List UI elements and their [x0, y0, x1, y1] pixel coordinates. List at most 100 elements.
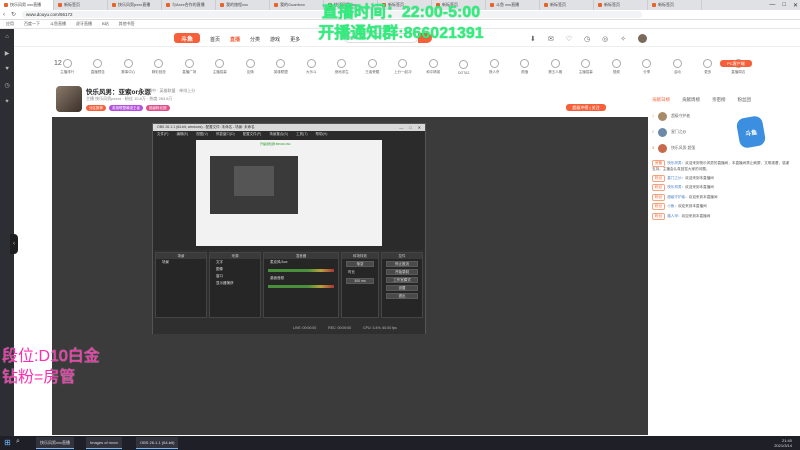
bookmark-item[interactable]: 斗鱼直播 [50, 21, 66, 27]
category-item[interactable]: 主播招募 [205, 59, 236, 75]
browser-tab[interactable]: 快乐风男 xxx直播 [0, 0, 54, 10]
nav-live[interactable]: 直播 [230, 36, 240, 43]
category-item[interactable]: 赛事中心 [113, 59, 144, 75]
category-item[interactable]: 大乐斗 [296, 59, 327, 75]
follow-button[interactable]: 超级冲榜 | 关注 [566, 104, 606, 111]
browser-tab[interactable]: 新标签页 [648, 0, 702, 10]
chat-username[interactable]: 星门之纱 [667, 176, 681, 180]
category-item[interactable]: 直播广场 [174, 59, 205, 75]
nav-game[interactable]: 游戏 [270, 36, 280, 43]
source-item[interactable]: 文字 [210, 259, 260, 266]
bookmark-item[interactable]: 百度一下 [24, 21, 40, 27]
chat-username[interactable]: 快乐风男 [667, 185, 681, 189]
browser-tab[interactable]: 快乐风男pxxx直播 [108, 0, 162, 10]
douyu-logo[interactable]: 斗鱼 [174, 33, 200, 43]
obs-menu-item[interactable]: 编辑(E) [176, 132, 188, 137]
badge[interactable]: 英雄联盟最强王者 [109, 105, 143, 111]
transition-select[interactable]: 渐变 [346, 261, 374, 267]
source-item[interactable]: 显示器捕获 [210, 280, 260, 287]
pc-client-button[interactable]: PC客户端 [720, 60, 752, 67]
back-icon[interactable]: ‹ [3, 12, 5, 18]
obs-menu-item[interactable]: 停靠窗口(D) [216, 132, 235, 137]
browser-tab[interactable]: 与Axxx合作的直播 [162, 0, 216, 10]
category-item[interactable]: 颜值 [510, 59, 541, 75]
download-icon[interactable]: ⬇ [530, 35, 536, 43]
mascot-badge[interactable]: 斗鱼 [735, 114, 767, 150]
duration-input[interactable]: 300 ms [346, 278, 374, 284]
chat-username[interactable]: 超级守护者 [667, 195, 685, 199]
category-item[interactable]: 精彩回放 [144, 59, 175, 75]
reload-icon[interactable]: ↻ [11, 11, 16, 18]
taskbar-search-icon[interactable]: ⌕ [16, 438, 20, 446]
category-item[interactable]: 狼人杀 [479, 59, 510, 75]
maximize-button[interactable]: □ [782, 2, 786, 8]
list-item[interactable]: 3 快乐风男·超强 [652, 140, 792, 156]
category-item[interactable]: DOTA2 [449, 59, 480, 75]
category-item[interactable]: 友情 [235, 59, 266, 75]
follow-icon[interactable]: ♡ [566, 35, 572, 43]
badge[interactable]: 分区推荐 [86, 105, 106, 111]
history-icon[interactable]: ◷ [584, 35, 590, 43]
obs-menu-item[interactable]: 场景集合(S) [269, 132, 288, 137]
category-item[interactable]: 英雄联盟 [266, 59, 297, 75]
obs-preview[interactable]: 开播通知群:866021391 [196, 140, 382, 246]
rail-home-icon[interactable]: ⌂ [0, 29, 14, 45]
browser-tab[interactable]: 新标签页 [54, 0, 108, 10]
category-item[interactable]: 分享 [632, 59, 663, 75]
list-item[interactable]: 2 星门之纱 [652, 124, 792, 140]
category-item[interactable]: 视频 [601, 59, 632, 75]
scene-item[interactable]: 场景 [156, 259, 206, 266]
obs-menu-item[interactable]: 文件(F) [157, 132, 168, 137]
tab-weekly-rank[interactable]: 贡献周榜 [682, 97, 700, 103]
gift-icon[interactable]: ✧ [620, 35, 626, 43]
chat-username[interactable]: 小鱼 [667, 204, 674, 208]
obs-menu-item[interactable]: 帮助(H) [316, 132, 328, 137]
category-item[interactable]: 第五人格 [540, 59, 571, 75]
tab-intimacy[interactable]: 亲密榜 [712, 97, 726, 103]
studio-mode-button[interactable]: 工作室模式 [386, 277, 418, 283]
obs-menu-item[interactable]: 配置文件(P) [243, 132, 262, 137]
taskbar-item-browser[interactable]: 快乐风男xxx直播 [36, 437, 74, 449]
browser-tab[interactable]: 新标签页 [540, 0, 594, 10]
rail-follow-icon[interactable]: ♥ [0, 61, 14, 77]
message-icon[interactable]: ✉ [548, 35, 554, 43]
obs-menu-item[interactable]: 视图(V) [196, 132, 208, 137]
user-avatar[interactable] [638, 34, 648, 43]
category-item[interactable]: 上分一起冲 [388, 59, 419, 75]
source-item[interactable]: 图像 [210, 266, 260, 273]
obs-close-button[interactable]: ✕ [418, 125, 421, 130]
rail-video-icon[interactable]: ▶ [0, 45, 14, 61]
obs-menu-item[interactable]: 工具(T) [296, 132, 307, 137]
collapse-arrow-icon[interactable]: ‹ [10, 234, 18, 254]
category-item[interactable]: 主播招募 [571, 59, 602, 75]
browser-tab[interactable]: 新标签页 [594, 0, 648, 10]
nav-category[interactable]: 分类 [250, 36, 260, 43]
nav-home[interactable]: 首页 [210, 36, 220, 43]
bookmark-item[interactable]: B站 [102, 21, 109, 27]
tab-fan-club[interactable]: 粉丝团 [738, 97, 752, 103]
start-button[interactable]: ⊞ [4, 438, 11, 447]
settings-button[interactable]: 设置 [386, 285, 418, 291]
category-item[interactable]: 更多 [693, 59, 724, 75]
tab-daily-rank[interactable]: 贡献日榜 [652, 97, 670, 103]
close-button[interactable]: ✕ [793, 2, 798, 9]
exit-button[interactable]: 退出 [386, 293, 418, 299]
category-item[interactable]: 主播排行 [52, 59, 83, 75]
live-icon[interactable]: ◎ [602, 35, 608, 43]
obs-minimize-button[interactable]: — [399, 125, 403, 130]
stop-stream-button[interactable]: 停止推流 [386, 261, 418, 267]
category-item[interactable]: 活动 [662, 59, 693, 75]
start-recording-button[interactable]: 开始录制 [386, 269, 418, 275]
minimize-button[interactable]: — [769, 2, 775, 8]
list-item[interactable]: 1 超级守护者 [652, 108, 792, 124]
obs-maximize-button[interactable]: □ [409, 125, 411, 130]
taskbar-item-images[interactable]: Images of mxxx [86, 437, 123, 449]
badge[interactable]: 超级粉丝团 [146, 105, 170, 111]
rail-history-icon[interactable]: ◷ [0, 77, 14, 93]
bookmark-item[interactable]: 应用 [6, 21, 14, 27]
category-item[interactable]: 绝地求生 [327, 59, 358, 75]
bookmark-item[interactable]: 其他书签 [119, 21, 135, 27]
browser-tab[interactable]: 我的旅程xxx [216, 0, 270, 10]
category-item[interactable]: 和平精英 [418, 59, 449, 75]
bookmark-item[interactable]: 虎牙直播 [76, 21, 92, 27]
